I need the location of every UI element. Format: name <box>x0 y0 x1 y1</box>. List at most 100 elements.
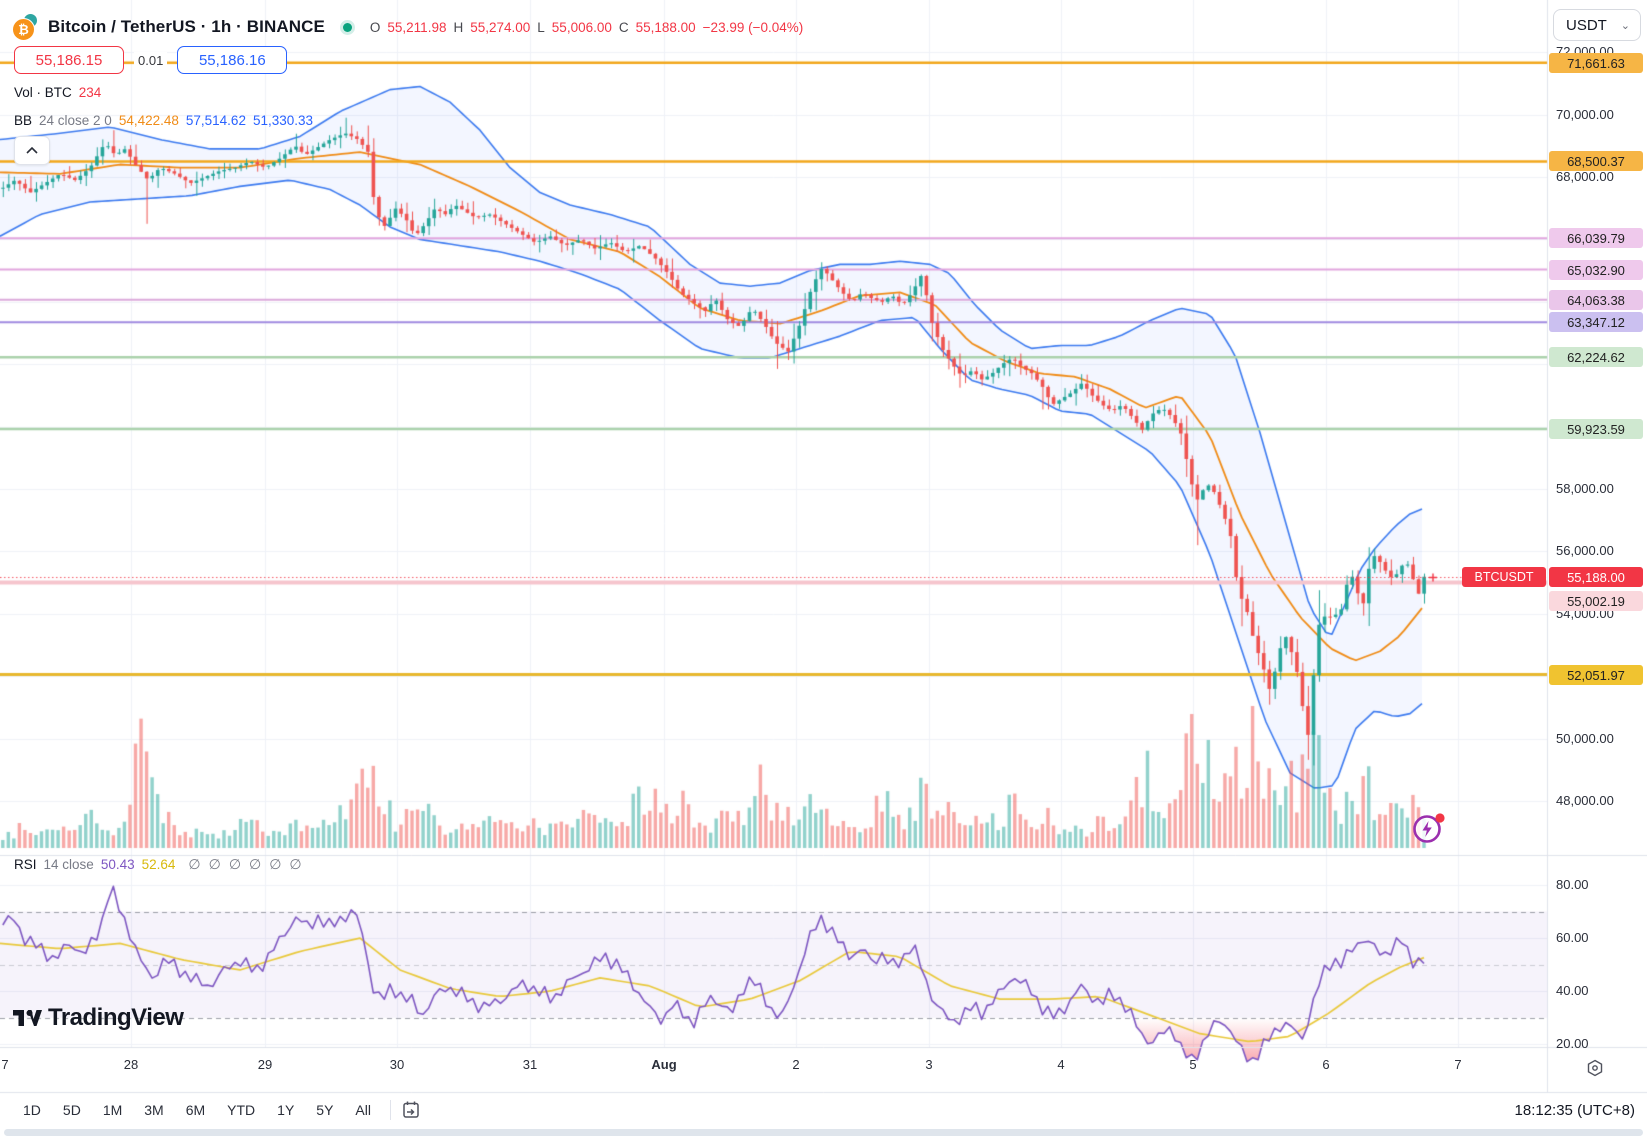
high-value: 55,274.00 <box>470 20 530 35</box>
symbol-title[interactable]: Bitcoin / TetherUS · 1h · BINANCE <box>48 17 325 37</box>
buy-button[interactable]: 55,186.16 <box>177 46 287 74</box>
price-line-label: 66,039.79 <box>1549 228 1643 248</box>
price-axis-label: 58,000.00 <box>1556 481 1614 497</box>
tradingview-watermark[interactable]: TradingView <box>12 1004 183 1032</box>
time-axis-label: 30 <box>390 1057 404 1072</box>
price-line-label: 68,500.37 <box>1549 151 1643 171</box>
range-selector: 1D5D1M3M6MYTD1Y5YAll <box>14 1098 380 1122</box>
clock[interactable]: 18:12:35 (UTC+8) <box>1515 1102 1647 1119</box>
change-value: −23.99 (−0.04%) <box>703 20 804 35</box>
rsi-empty-value: ∅ <box>209 856 221 873</box>
bb-lower-value: 51,330.33 <box>253 113 313 128</box>
rsi-ma-value: 52.64 <box>142 857 176 872</box>
price-axis-label: 68,000.00 <box>1556 169 1614 185</box>
close-label: C <box>619 20 629 35</box>
low-value: 55,006.00 <box>552 20 612 35</box>
rsi-axis-label: 20.00 <box>1556 1036 1589 1052</box>
range-button-ytd[interactable]: YTD <box>218 1098 264 1122</box>
rsi-axis-label: 60.00 <box>1556 930 1589 946</box>
currency-selector[interactable]: USDT ⌄ <box>1553 9 1641 41</box>
rsi-value: 50.43 <box>101 857 135 872</box>
bb-upper-value: 57,514.62 <box>186 113 246 128</box>
rsi-empty-value: ∅ <box>289 856 301 873</box>
range-button-1m[interactable]: 1M <box>94 1098 131 1122</box>
symbol-price-badge: BTCUSDT <box>1462 567 1546 587</box>
range-button-5y[interactable]: 5Y <box>307 1098 342 1122</box>
range-button-1y[interactable]: 1Y <box>268 1098 303 1122</box>
range-button-3m[interactable]: 3M <box>135 1098 172 1122</box>
time-axis-label: 6 <box>1322 1057 1329 1072</box>
time-axis-label: 4 <box>1057 1057 1064 1072</box>
order-buttons: 55,186.15 0.01 55,186.16 <box>14 46 287 74</box>
volume-legend-title: Vol · BTC <box>14 85 72 100</box>
low-label: L <box>537 20 545 35</box>
calendar-goto-icon <box>401 1100 421 1120</box>
rsi-empty-value: ∅ <box>269 856 281 873</box>
rsi-legend[interactable]: RSI 14 close 50.43 52.64 ∅∅∅∅∅∅ <box>14 856 302 873</box>
time-axis-label: 29 <box>258 1057 272 1072</box>
rsi-axis-label: 80.00 <box>1556 877 1589 893</box>
time-axis-label: 7 <box>1 1057 8 1072</box>
rsi-axis-label: 40.00 <box>1556 983 1589 999</box>
price-line-label: 65,032.90 <box>1549 260 1643 280</box>
sell-button[interactable]: 55,186.15 <box>14 46 124 74</box>
time-axis-label: 2 <box>792 1057 799 1072</box>
time-axis-label: 7 <box>1454 1057 1461 1072</box>
bb-legend[interactable]: BB 24 close 2 0 54,422.48 57,514.62 51,3… <box>14 113 313 128</box>
volume-legend[interactable]: Vol · BTC 234 <box>14 85 101 100</box>
time-axis-label: 31 <box>523 1057 537 1072</box>
flash-alert-button[interactable] <box>1410 810 1448 848</box>
open-value: 55,211.98 <box>387 20 446 35</box>
range-button-5d[interactable]: 5D <box>54 1098 90 1122</box>
time-axis-label: 28 <box>124 1057 138 1072</box>
bottom-toolbar: 1D5D1M3M6MYTD1Y5YAll 18:12:35 (UTC+8) <box>0 1093 1647 1127</box>
hexagon-settings-icon <box>1586 1059 1604 1077</box>
spread-value: 0.01 <box>134 52 167 69</box>
range-button-6m[interactable]: 6M <box>177 1098 214 1122</box>
bb-legend-title: BB <box>14 113 32 128</box>
rsi-empty-value: ∅ <box>249 856 261 873</box>
ohlc-values: O 55,211.98 H 55,274.00 L 55,006.00 C 55,188… <box>370 20 803 35</box>
toolbar-divider <box>390 1100 391 1120</box>
tradingview-chart-app: ₿ Bitcoin / TetherUS · 1h · BINANCE O 55,… <box>0 0 1647 1138</box>
volume-value: 234 <box>79 85 102 100</box>
price-line-label: 63,347.12 <box>1549 312 1643 332</box>
price-line-label: 59,923.59 <box>1549 419 1643 439</box>
current-price-label: 55,188.00 <box>1549 567 1643 587</box>
time-axis-label: 5 <box>1189 1057 1196 1072</box>
price-axis-label: 70,000.00 <box>1556 107 1614 123</box>
price-line-label: 55,002.19 <box>1549 591 1643 611</box>
tradingview-logo-icon <box>12 1005 42 1031</box>
price-line-label: 62,224.62 <box>1549 347 1643 367</box>
price-axis-label: 48,000.00 <box>1556 793 1614 809</box>
chevron-up-icon <box>26 147 38 154</box>
bb-params: 24 close 2 0 <box>39 113 112 128</box>
open-label: O <box>370 20 381 35</box>
collapse-legend-button[interactable] <box>14 136 50 165</box>
goto-date-button[interactable] <box>401 1100 421 1120</box>
chart-canvas[interactable] <box>0 0 1647 1138</box>
rsi-params: 14 close <box>44 857 94 872</box>
range-button-1d[interactable]: 1D <box>14 1098 50 1122</box>
watermark-text: TradingView <box>48 1004 183 1032</box>
market-status-icon[interactable] <box>343 23 352 32</box>
rsi-empty-value: ∅ <box>229 856 241 873</box>
horizontal-scrollbar[interactable] <box>4 1129 1643 1136</box>
range-button-all[interactable]: All <box>346 1098 380 1122</box>
axis-settings-button[interactable] <box>1582 1056 1608 1080</box>
price-axis-label: 50,000.00 <box>1556 731 1614 747</box>
high-label: H <box>453 20 463 35</box>
rsi-empty-value: ∅ <box>188 856 200 873</box>
bitcoin-icon: ₿ <box>12 18 35 41</box>
chevron-down-icon: ⌄ <box>1621 19 1630 32</box>
price-line-label: 64,063.38 <box>1549 290 1643 310</box>
price-line-label: 52,051.97 <box>1549 665 1643 685</box>
rsi-disabled-values: ∅ ∅ ∅ ∅ ∅ ∅ <box>188 856 301 873</box>
close-value: 55,188.00 <box>636 20 696 35</box>
symbol-legend: ₿ Bitcoin / TetherUS · 1h · BINANCE O 55,… <box>10 13 803 41</box>
lightning-icon <box>1410 810 1448 848</box>
price-axis-label: 56,000.00 <box>1556 543 1614 559</box>
price-line-label: 71,661.63 <box>1549 53 1643 73</box>
btc-usdt-pair-icon: ₿ <box>10 13 40 41</box>
currency-label: USDT <box>1566 17 1607 34</box>
